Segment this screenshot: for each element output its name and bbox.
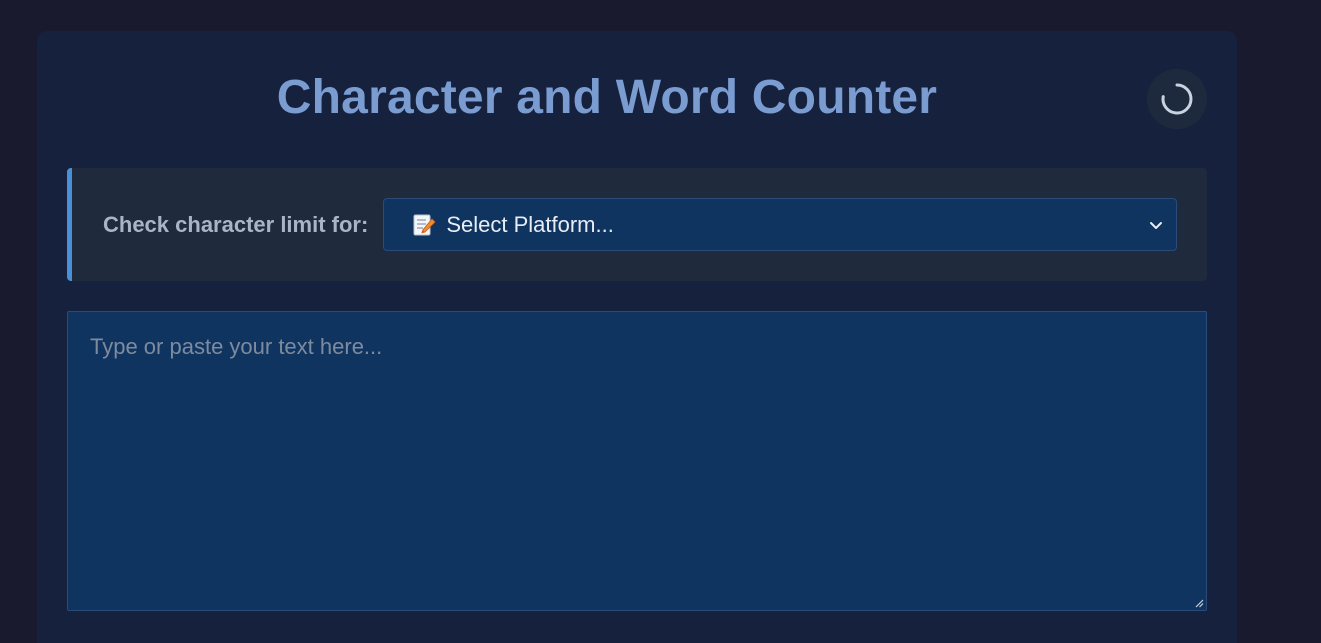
platform-select[interactable]: Select Platform... (383, 198, 1177, 251)
page: Character and Word Counter Check charact… (0, 0, 1321, 643)
platform-limit-label: Check character limit for: (103, 211, 369, 237)
page-title: Character and Word Counter (276, 71, 938, 124)
chevron-down-icon (1150, 222, 1162, 229)
theme-toggle-button[interactable] (1147, 69, 1207, 129)
platform-select-value: Select Platform... (446, 211, 614, 237)
memo-icon (413, 214, 436, 235)
loading-spinner-icon (1161, 83, 1193, 115)
header: Character and Word Counter (37, 31, 1237, 167)
platform-limit-panel: Check character limit for: Select Platfo… (67, 168, 1207, 281)
resize-handle-icon[interactable] (1194, 598, 1204, 608)
text-input[interactable] (67, 311, 1207, 611)
counter-card: Character and Word Counter Check charact… (37, 31, 1237, 643)
